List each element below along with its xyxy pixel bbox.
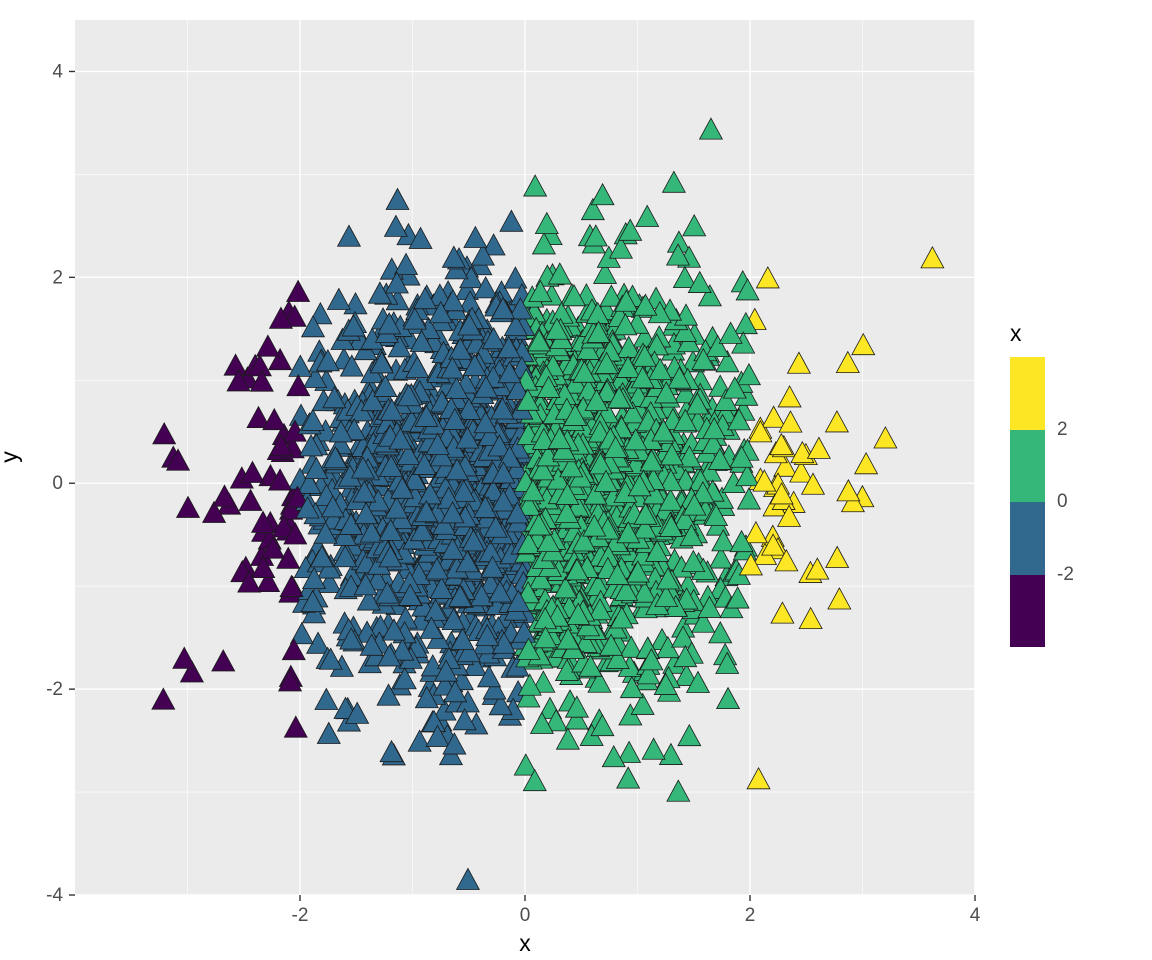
x-axis-title: x xyxy=(519,930,531,956)
y-axis-title: y xyxy=(2,451,22,463)
y-tick-label: -2 xyxy=(46,679,63,700)
legend-tick-label: 0 xyxy=(1045,491,1068,513)
legend-swatch xyxy=(1010,575,1045,648)
x-tick-label: 2 xyxy=(745,905,756,926)
scatter-points xyxy=(152,118,944,889)
legend-colorbar: 20-2 xyxy=(1010,357,1045,647)
legend-tick-label: -2 xyxy=(1045,564,1074,586)
legend-swatch xyxy=(1010,357,1045,430)
legend-ticks: 2 0 -2 xyxy=(1045,357,1105,647)
legend-swatch xyxy=(1010,502,1045,575)
x-tick-label: -2 xyxy=(292,905,309,926)
y-tick-label: 0 xyxy=(52,473,63,494)
y-tick-label: 4 xyxy=(52,61,63,82)
chart-root: -4-2024 -2024 y x x 20-2 xyxy=(0,0,1152,960)
y-axis-title-container: y xyxy=(2,0,32,960)
y-tick-label: 2 xyxy=(52,267,63,288)
plot-panel xyxy=(75,20,975,895)
x-tick-label: 4 xyxy=(970,905,981,926)
legend-column: x 2 0 -2 xyxy=(1000,0,1152,960)
legend-tick-label: 2 xyxy=(1045,419,1068,441)
legend-title: x xyxy=(1010,320,1130,347)
x-axis-title-container: x xyxy=(75,930,975,957)
plot-column: -4-2024 -2024 y x xyxy=(0,0,1000,960)
x-tick-label: 0 xyxy=(520,905,531,926)
legend-swatch xyxy=(1010,430,1045,503)
color-legend: x 2 0 -2 xyxy=(1010,320,1130,647)
plot-svg xyxy=(75,20,975,895)
